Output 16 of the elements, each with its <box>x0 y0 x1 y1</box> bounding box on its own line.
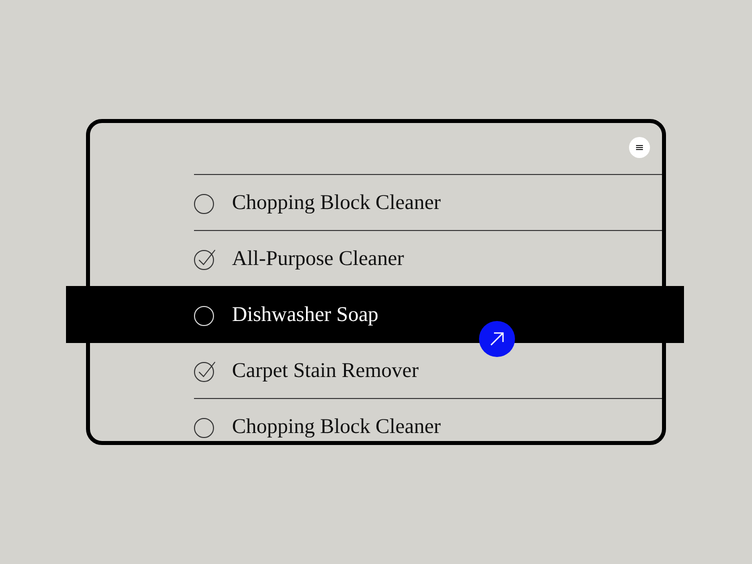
item-label: All-Purpose Cleaner <box>232 244 404 272</box>
checked-circle-icon[interactable] <box>194 248 216 270</box>
item-label: Dishwasher Soap <box>232 301 378 328</box>
empty-circle-icon[interactable] <box>194 304 216 326</box>
menu-button[interactable]: ≡ <box>629 137 650 158</box>
empty-circle-icon[interactable] <box>194 192 216 214</box>
item-label: Chopping Block Cleaner <box>232 412 441 440</box>
list-item[interactable]: Chopping Block Cleaner <box>194 398 662 454</box>
arrow-icon <box>489 331 505 347</box>
arrow-button[interactable] <box>479 321 515 357</box>
empty-circle-icon[interactable] <box>194 416 216 438</box>
list-item[interactable]: Chopping Block Cleaner <box>194 174 662 230</box>
checked-circle-icon[interactable] <box>194 360 216 382</box>
list-item[interactable]: Dishwasher Soap <box>66 286 684 343</box>
item-label: Chopping Block Cleaner <box>232 188 441 216</box>
item-label: Carpet Stain Remover <box>232 356 419 384</box>
